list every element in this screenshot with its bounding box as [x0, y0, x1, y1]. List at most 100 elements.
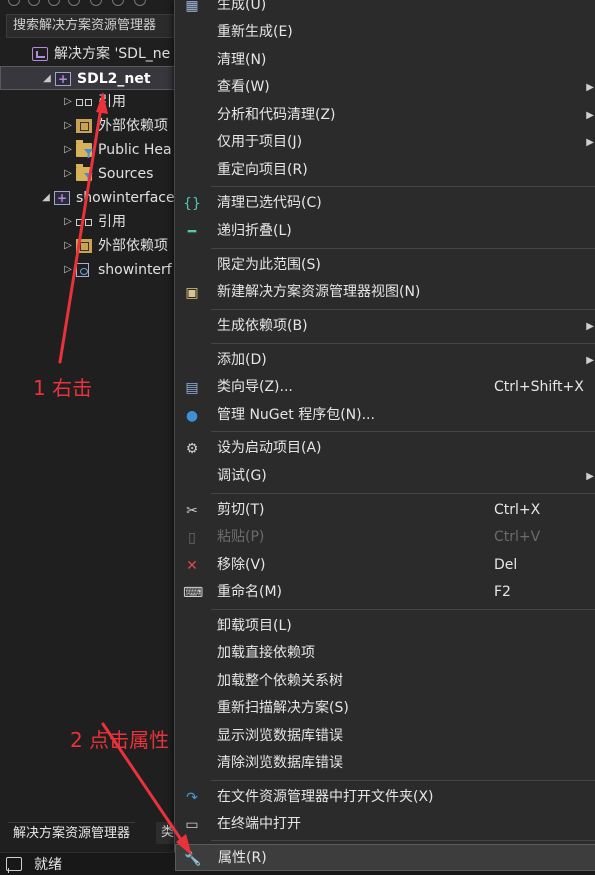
submenu-arrow-icon: ▶ [586, 355, 594, 366]
tree-item-label: showinterface [76, 190, 175, 206]
menu-item[interactable]: 重新扫描解决方案(S) [175, 695, 595, 722]
tree-item[interactable]: ◢ SDL2_net [0, 66, 180, 91]
terminal-icon: ▭ [185, 817, 199, 833]
home-icon[interactable] [48, 0, 60, 6]
submenu-arrow-icon: ▶ [586, 110, 594, 121]
menu-item[interactable]: 添加(D) ▶ [175, 347, 595, 374]
menu-item[interactable]: 查看(W) ▶ [175, 74, 595, 101]
menu-item[interactable]: 仅用于项目(J) ▶ [175, 129, 595, 156]
menu-item[interactable]: 加载整个依赖关系树 [175, 668, 595, 695]
menu-item[interactable]: ⚙ 设为启动项目(A) [175, 435, 595, 462]
annotation-step-2: 2 点击属性 [70, 728, 170, 752]
menu-item-label: 在终端中打开 [217, 816, 301, 832]
collapse-icon: ━ [187, 224, 197, 240]
menu-item-label: 属性(R) [218, 850, 267, 866]
menu-item[interactable]: ⌨ 重命名(M) F2 [175, 579, 595, 606]
tree-item[interactable]: ▷ Sources [0, 162, 180, 186]
cpp-project-icon [55, 67, 71, 91]
tree-item[interactable]: ▷ showinterf [0, 258, 180, 282]
menu-item[interactable]: ▦ 生成(U) [175, 0, 595, 19]
tree-item[interactable]: ◢ showinterface [0, 186, 180, 210]
menu-item-label: 设为启动项目(A) [217, 440, 322, 456]
menu-item[interactable]: ↷ 在文件资源管理器中打开文件夹(X) [175, 784, 595, 811]
references-icon [76, 215, 92, 229]
menu-item-label: 剪切(T) [217, 502, 265, 518]
tree-item-label: Public Hea [98, 142, 172, 158]
menu-item[interactable]: 重定向项目(R) [175, 157, 595, 184]
tree-item[interactable]: ▷ Public Hea [0, 138, 180, 162]
search-input[interactable]: 搜索解决方案资源管理器 [6, 14, 180, 38]
menu-item[interactable]: 清理(N) [175, 47, 595, 74]
tree-item-label: 外部依赖项 [98, 238, 168, 254]
nuget-icon: ● [185, 408, 199, 424]
menu-item-label: 清除浏览数据库错误 [217, 755, 343, 771]
history-icon[interactable] [112, 0, 124, 6]
menu-item-shortcut: F2 [494, 584, 511, 600]
menu-item[interactable]: 🔧 属性(R) [175, 844, 595, 871]
collapsed-arrow-icon[interactable]: ▷ [62, 90, 74, 114]
menu-item-label: 加载整个依赖关系树 [217, 673, 343, 689]
menu-item-label: 重新生成(E) [217, 24, 293, 40]
vs-icon[interactable] [90, 0, 102, 6]
collapsed-arrow-icon[interactable]: ▷ [62, 114, 74, 138]
cpp-project-icon [54, 186, 70, 210]
submenu-arrow-icon: ▶ [586, 137, 594, 148]
menu-separator [211, 493, 595, 494]
menu-separator [211, 431, 595, 432]
tree-item[interactable]: ▷ 外部依赖项 [0, 234, 180, 258]
tab-solution-explorer[interactable]: 解决方案资源管理器 [8, 822, 136, 844]
menu-item-label: 清理已选代码(C) [217, 195, 322, 211]
sync-icon[interactable] [134, 0, 146, 6]
submenu-arrow-icon: ▶ [586, 321, 594, 332]
menu-item[interactable]: 清除浏览数据库错误 [175, 750, 595, 777]
tree-item-label: 解决方案 'SDL_ne [54, 46, 171, 62]
wrench-icon: 🔧 [184, 851, 202, 867]
menu-item[interactable]: ▤ 类向导(Z)... Ctrl+Shift+X [175, 374, 595, 401]
menu-item-label: 移除(V) [217, 557, 266, 573]
solution-explorer-panel: 搜索解决方案资源管理器 解决方案 'SDL_ne◢SDL2_net▷引用▷外部依… [0, 0, 180, 850]
menu-item-label: 清理(N) [217, 52, 267, 68]
menu-item-label: 递归折叠(L) [217, 223, 292, 239]
new-view-icon: ▣ [185, 285, 199, 301]
menu-item[interactable]: 卸载项目(L) [175, 613, 595, 640]
paste-icon: ▯ [188, 530, 196, 546]
status-text: 就绪 [34, 857, 62, 873]
expanded-arrow-icon[interactable]: ◢ [41, 67, 53, 91]
menu-item-label: 查看(W) [217, 79, 270, 95]
menu-item[interactable]: 重新生成(E) [175, 19, 595, 46]
tree-item[interactable]: ▷ 引用 [0, 210, 180, 234]
menu-item[interactable]: ✕ 移除(V) Del [175, 552, 595, 579]
menu-item[interactable]: ● 管理 NuGet 程序包(N)... [175, 402, 595, 429]
collapsed-arrow-icon[interactable]: ▷ [62, 234, 74, 258]
tree-item[interactable]: ▷ 引用 [0, 90, 180, 114]
collapsed-arrow-icon[interactable]: ▷ [62, 138, 74, 162]
collapsed-arrow-icon[interactable]: ▷ [62, 210, 74, 234]
menu-item[interactable]: ▣ 新建解决方案资源管理器视图(N) [175, 279, 595, 306]
menu-item[interactable]: ✂ 剪切(T) Ctrl+X [175, 497, 595, 524]
collapsed-arrow-icon[interactable]: ▷ [62, 258, 74, 282]
expanded-arrow-icon[interactable]: ◢ [40, 186, 52, 210]
forward-icon[interactable] [28, 0, 40, 6]
switch-views-icon[interactable] [68, 0, 80, 6]
output-window-icon[interactable] [6, 857, 22, 873]
explorer-toolbar [0, 0, 180, 10]
menu-item[interactable]: 分析和代码清理(Z) ▶ [175, 102, 595, 129]
menu-item[interactable]: 调试(G) ▶ [175, 463, 595, 490]
menu-item[interactable]: ▭ 在终端中打开 [175, 811, 595, 838]
tree-item[interactable]: ▷ 外部依赖项 [0, 114, 180, 138]
submenu-arrow-icon: ▶ [586, 82, 594, 93]
menu-item[interactable]: ━ 递归折叠(L) [175, 218, 595, 245]
menu-separator [211, 186, 595, 187]
menu-item[interactable]: 加载直接依赖项 [175, 640, 595, 667]
menu-item[interactable]: 显示浏览数据库错误 [175, 723, 595, 750]
menu-item[interactable]: 生成依赖项(B) ▶ [175, 313, 595, 340]
scissors-icon: ✂ [186, 503, 198, 519]
rename-icon: ⌨ [183, 585, 204, 601]
tree-item-label: 引用 [98, 214, 126, 230]
cpp-file-icon [76, 263, 89, 277]
back-icon[interactable] [8, 0, 20, 6]
menu-item[interactable]: {} 清理已选代码(C) [175, 190, 595, 217]
menu-item[interactable]: 限定为此范围(S) [175, 252, 595, 279]
tree-item[interactable]: 解决方案 'SDL_ne [0, 42, 180, 66]
collapsed-arrow-icon[interactable]: ▷ [62, 162, 74, 186]
